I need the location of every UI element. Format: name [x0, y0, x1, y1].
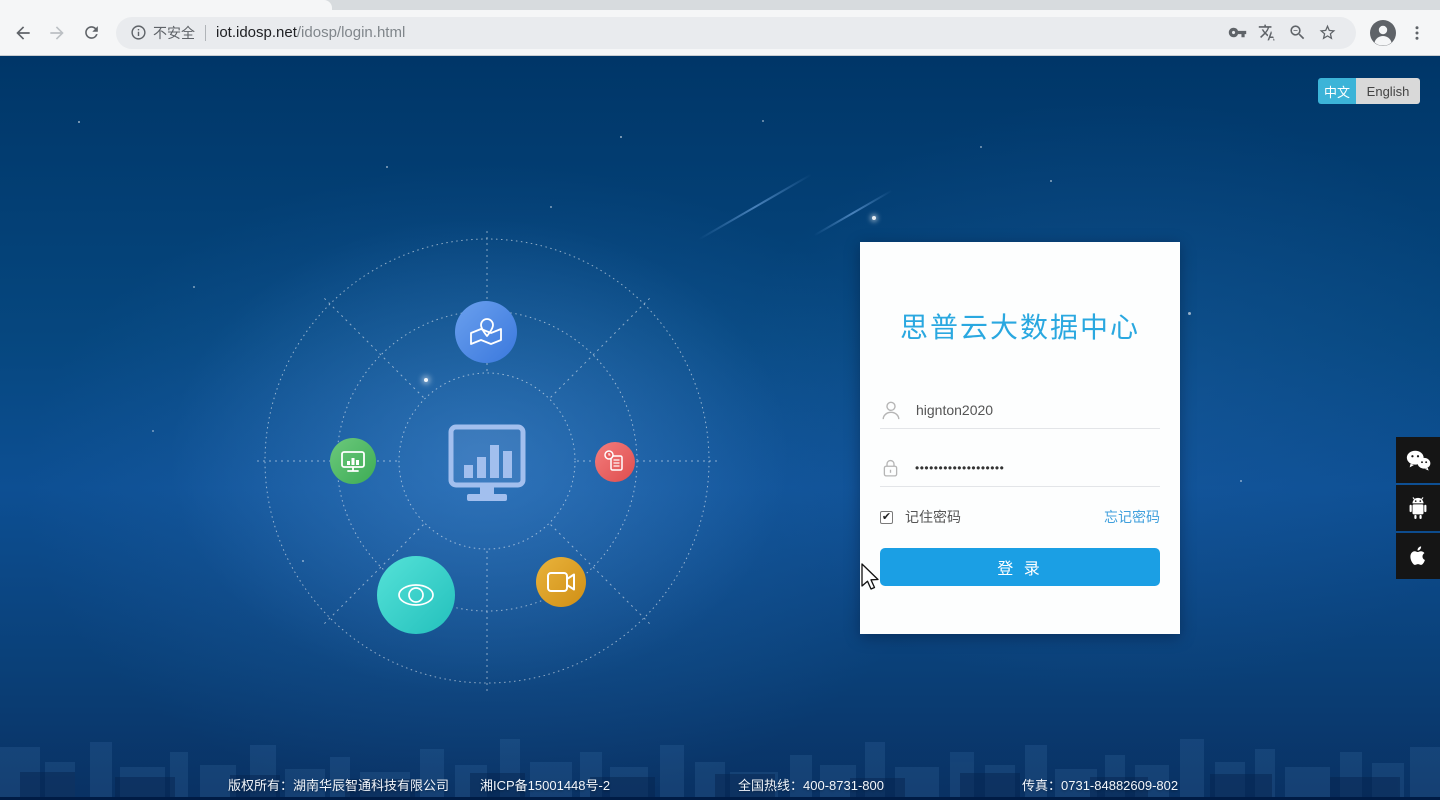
info-icon[interactable] — [130, 24, 147, 41]
apple-icon — [1410, 546, 1425, 565]
page-footer: 版权所有：湖南华辰智通科技有限公司 湘ICP备15001448号-2 全国热线：… — [0, 775, 1440, 793]
browser-toolbar: 不安全 iot.idosp.net/idosp/login.html — [0, 10, 1440, 56]
login-card: 思普云大数据中心 ✔ 记住密码 忘记密码 登 录 — [860, 242, 1180, 634]
username-input[interactable] — [916, 402, 1160, 418]
monitor-bar-chart-icon — [448, 424, 526, 501]
profile-button[interactable] — [1364, 14, 1402, 52]
zoom-out-icon — [1289, 25, 1304, 40]
remember-checkbox[interactable]: ✔ — [880, 510, 893, 524]
star-dot — [1188, 312, 1191, 315]
copyright-text: 版权所有：湖南华辰智通科技有限公司 — [228, 778, 450, 793]
password-field-row — [880, 450, 1160, 487]
wechat-button[interactable] — [1396, 437, 1440, 483]
login-page: 中文 English 思普云大数据中心 hignton2020 ••••••••… — [0, 56, 1440, 800]
video-camera-icon — [536, 557, 586, 607]
translate-button[interactable] — [1252, 18, 1282, 48]
star-dot — [1050, 180, 1052, 182]
url-text: iot.idosp.net/idosp/login.html — [216, 24, 405, 41]
url-path: /idosp/login.html — [296, 24, 406, 41]
star-dot — [980, 146, 982, 148]
mouse-cursor — [861, 563, 879, 590]
omnibox[interactable]: 不安全 iot.idosp.net/idosp/login.html — [116, 16, 1356, 49]
translate-icon — [1258, 24, 1275, 41]
hotline-text: 全国热线：400-8731-800 — [738, 778, 884, 793]
apple-button[interactable] — [1396, 533, 1440, 579]
star-dot — [193, 286, 195, 288]
lang-chinese-button[interactable]: 中文 — [1318, 78, 1356, 104]
hero-graphic — [255, 229, 719, 693]
reload-icon — [84, 26, 98, 39]
star-icon — [1319, 24, 1335, 40]
eye-icon — [377, 556, 455, 634]
lang-english-button[interactable]: English — [1356, 78, 1420, 104]
url-divider — [205, 24, 206, 41]
security-label: 不安全 — [153, 24, 195, 41]
forgot-password-link[interactable]: 忘记密码 — [1104, 507, 1160, 527]
profile-icon — [1370, 19, 1396, 46]
bookmark-button[interactable] — [1312, 18, 1342, 48]
report-clock-icon — [595, 442, 635, 482]
reload-button[interactable] — [74, 16, 108, 50]
browser-menu-button[interactable] — [1402, 14, 1432, 52]
user-icon — [882, 401, 900, 420]
star-dot — [872, 216, 876, 220]
saved-password-button[interactable] — [1222, 18, 1252, 48]
back-icon — [16, 25, 30, 40]
login-button[interactable]: 登 录 — [880, 548, 1160, 586]
android-button[interactable] — [1396, 485, 1440, 531]
remember-label: 记住密码 — [905, 509, 961, 525]
fax-text: 传真：0731-84882609-802 — [1022, 778, 1179, 793]
kebab-menu-icon — [1415, 25, 1419, 40]
meteor-streak — [813, 189, 893, 237]
wechat-icon — [1406, 450, 1431, 471]
tab-strip — [0, 0, 1440, 10]
star-dot — [78, 121, 80, 123]
android-icon — [1409, 497, 1427, 519]
browser-chrome: 不安全 iot.idosp.net/idosp/login.html — [0, 0, 1440, 56]
star-dot — [762, 120, 764, 122]
language-toggle: 中文 English — [1318, 78, 1420, 104]
url-host: iot.idosp.net — [216, 24, 297, 41]
star-dot — [1240, 480, 1242, 482]
star-dot — [550, 206, 552, 208]
login-title: 思普云大数据中心 — [899, 312, 1140, 343]
forward-icon — [50, 25, 64, 40]
star-dot — [386, 166, 388, 168]
mini-monitor-icon — [330, 438, 376, 484]
password-input[interactable] — [915, 461, 1160, 475]
forward-button[interactable] — [40, 16, 74, 50]
zoom-button[interactable] — [1282, 18, 1312, 48]
map-pin-icon — [455, 301, 517, 363]
social-links — [1396, 437, 1440, 579]
active-tab[interactable] — [0, 0, 332, 10]
username-field-row — [880, 392, 1160, 429]
login-options-row: ✔ 记住密码 忘记密码 — [880, 504, 1160, 530]
back-button[interactable] — [6, 16, 40, 50]
star-dot — [152, 430, 154, 432]
key-icon — [1228, 27, 1246, 38]
icp-number: 湘ICP备15001448号-2 — [480, 778, 611, 793]
star-dot — [620, 136, 622, 138]
lock-icon — [883, 459, 898, 477]
